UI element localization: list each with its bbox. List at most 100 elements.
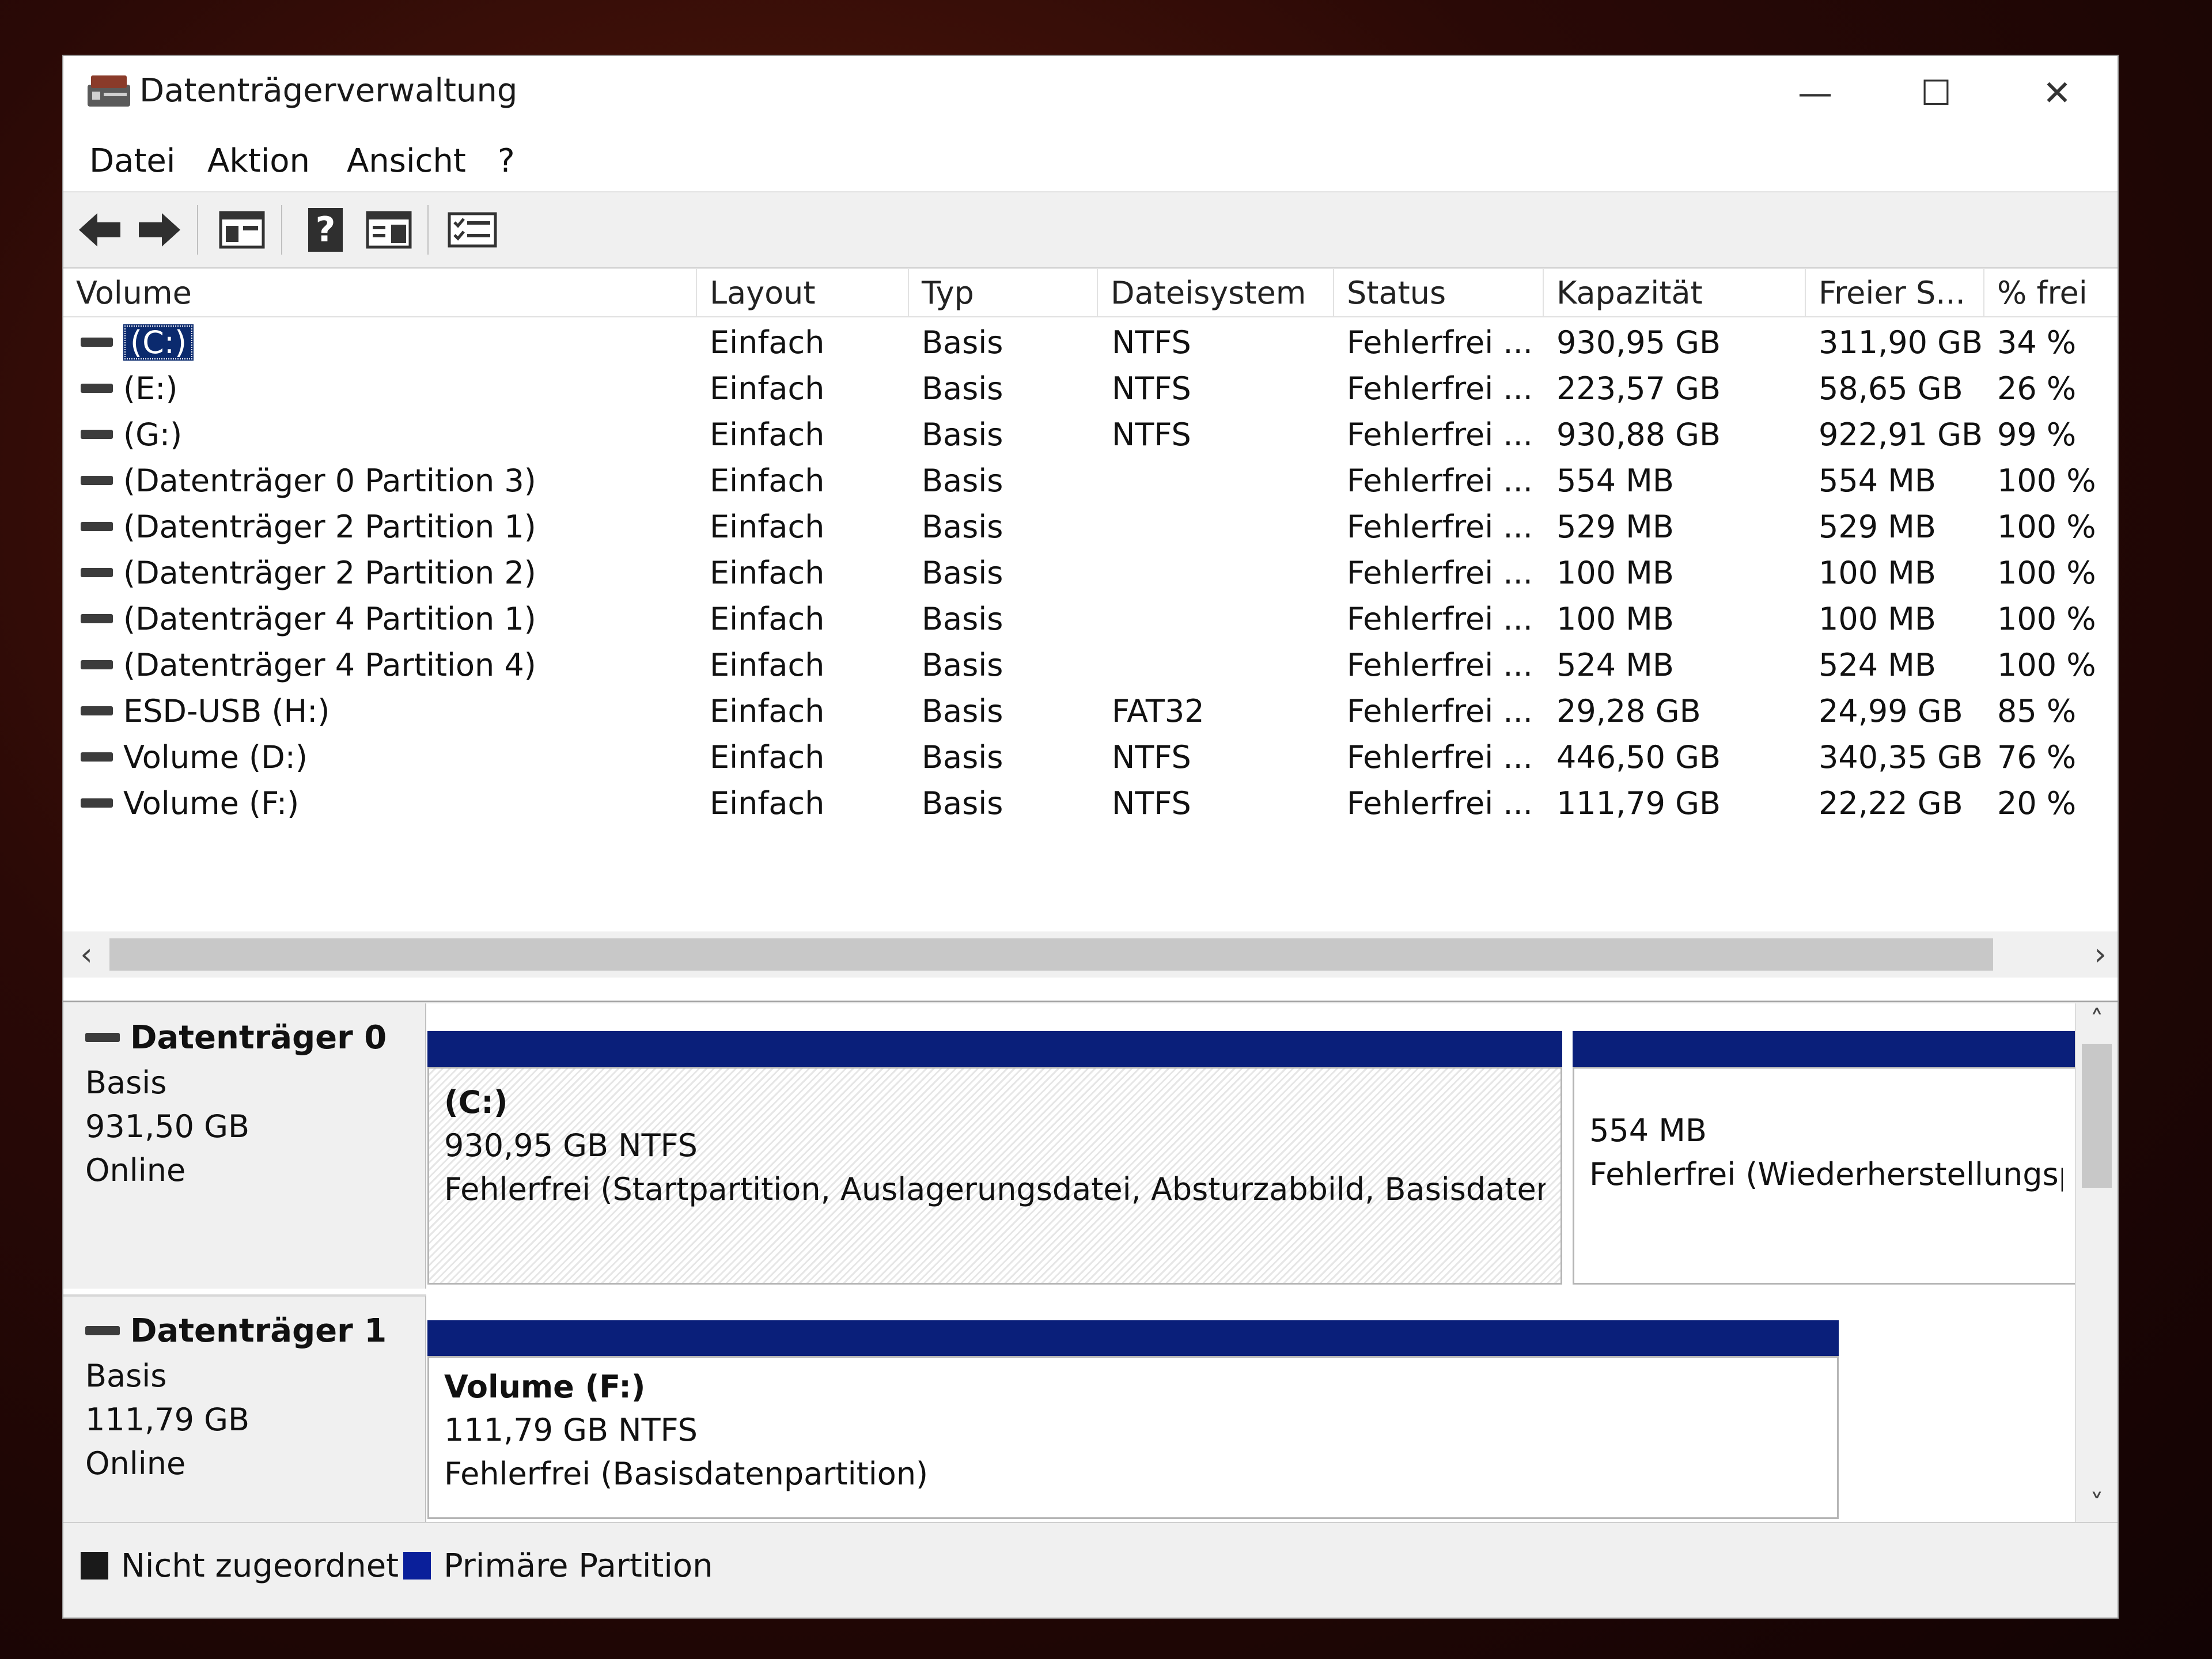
- help-glyph: ?: [315, 210, 336, 250]
- partition-recovery-status: Fehlerfrei (Wiederherstellungspa: [1589, 1156, 2063, 1192]
- partition-recovery-bar: [1573, 1031, 2080, 1067]
- legend-unallocated-swatch: [81, 1551, 108, 1580]
- partition-recovery-size: 554 MB: [1589, 1112, 1707, 1149]
- cell-cap: 446,50 GB: [1556, 739, 1721, 775]
- partition-c[interactable]: (C:) 930,95 GB NTFS Fehlerfrei (Startpar…: [427, 1031, 1562, 1285]
- column-header-status[interactable]: Status: [1334, 269, 1544, 316]
- vertical-scroll-thumb[interactable]: [2082, 1044, 2112, 1188]
- cell-typ: Basis: [922, 601, 1003, 637]
- table-row[interactable]: (Datenträger 2 Partition 2) Einfach Basis F…: [63, 550, 2118, 596]
- cell-fs: FAT32: [1112, 693, 1205, 729]
- scroll-right-button[interactable]: ›: [2083, 931, 2118, 978]
- cell-status: Fehlerfrei ...: [1347, 693, 1533, 729]
- close-button[interactable]: ✕: [1997, 56, 2118, 131]
- legend-primary-label: Primäre Partition: [444, 1547, 713, 1585]
- menu-datei[interactable]: Datei: [89, 141, 175, 181]
- vertical-scrollbar[interactable]: ˄ ˅: [2075, 1003, 2118, 1522]
- volume-name: (Datenträger 0 Partition 3): [123, 463, 536, 499]
- disk-1-state: Online: [85, 1445, 186, 1482]
- cell-cap: 524 MB: [1556, 647, 1674, 683]
- table-row[interactable]: (Datenträger 2 Partition 1) Einfach Basis F…: [63, 504, 2118, 550]
- cell-layout: Einfach: [710, 555, 825, 591]
- cell-fs: NTFS: [1112, 739, 1191, 775]
- column-header-kapazitaet[interactable]: Kapazität: [1544, 269, 1806, 316]
- disk-1-label[interactable]: Datenträger 1 Basis 111,79 GB Online: [63, 1294, 426, 1522]
- partition-volume-f-size: 111,79 GB NTFS: [444, 1412, 698, 1448]
- legend-bar: Nicht zugeordnet Primäre Partition: [63, 1522, 2118, 1618]
- table-row[interactable]: (Datenträger 4 Partition 4) Einfach Basis F…: [63, 642, 2118, 688]
- volume-icon: [81, 522, 113, 532]
- panel-view-button[interactable]: [363, 204, 415, 256]
- maximize-button[interactable]: ☐: [1876, 56, 1997, 131]
- cell-status: Fehlerfrei ...: [1347, 785, 1533, 821]
- column-header-freier-speicher[interactable]: Freier S...: [1806, 269, 1984, 316]
- table-row[interactable]: Volume (D:) Einfach Basis NTFS Fehlerfrei ..…: [63, 734, 2118, 781]
- cell-fs: NTFS: [1112, 416, 1191, 453]
- cell-pct: 85 %: [1997, 693, 2077, 729]
- properties-button[interactable]: [446, 204, 498, 256]
- column-header-prozent-frei[interactable]: % frei: [1984, 269, 2118, 316]
- cell-volume: (Datenträger 2 Partition 2): [81, 550, 536, 596]
- cell-pct: 76 %: [1997, 739, 2077, 775]
- volume-name: Volume (D:): [123, 739, 308, 775]
- scroll-left-button[interactable]: ‹: [69, 931, 104, 978]
- partition-volume-f-body: Volume (F:) 111,79 GB NTFS Fehlerfrei (B…: [427, 1356, 1839, 1519]
- cell-layout: Einfach: [710, 739, 825, 775]
- table-row[interactable]: (G:) Einfach Basis NTFS Fehlerfrei ... 930,88…: [63, 412, 2118, 458]
- title-bar[interactable]: Datenträgerverwaltung — ☐ ✕: [63, 56, 2118, 185]
- table-row[interactable]: Volume (F:) Einfach Basis NTFS Fehlerfrei ..…: [63, 781, 2118, 827]
- disk-0-state: Online: [85, 1152, 186, 1188]
- column-header-layout[interactable]: Layout: [697, 269, 909, 316]
- cell-cap: 554 MB: [1556, 463, 1674, 499]
- volume-list: Volume Layout Typ Dateisystem Status Kap…: [63, 269, 2118, 1002]
- cell-free: 100 MB: [1819, 601, 1936, 637]
- table-row[interactable]: (Datenträger 4 Partition 1) Einfach Basis F…: [63, 596, 2118, 642]
- cell-typ: Basis: [922, 647, 1003, 683]
- cell-status: Fehlerfrei ...: [1347, 416, 1533, 453]
- menu-bar: Datei Aktion Ansicht ?: [63, 131, 2118, 192]
- cell-volume: (Datenträger 0 Partition 3): [81, 458, 536, 504]
- help-icon: ?: [308, 208, 343, 252]
- cell-layout: Einfach: [710, 509, 825, 545]
- cell-pct: 20 %: [1997, 785, 2077, 821]
- volume-name: (Datenträger 2 Partition 2): [123, 555, 536, 591]
- menu-aktion[interactable]: Aktion: [207, 141, 310, 181]
- disk-graphical-view: Datenträger 0 Basis 931,50 GB Online (C:…: [63, 1003, 2118, 1522]
- scroll-down-button[interactable]: ˅: [2076, 1487, 2118, 1522]
- disk-icon: [85, 1032, 120, 1042]
- horizontal-scroll-thumb[interactable]: [109, 938, 1993, 971]
- menu-ansicht[interactable]: Ansicht: [347, 141, 466, 181]
- console-tree-button[interactable]: [216, 204, 268, 256]
- forward-button[interactable]: [134, 204, 185, 256]
- cell-pct: 100 %: [1997, 463, 2096, 499]
- cell-layout: Einfach: [710, 693, 825, 729]
- scroll-up-button[interactable]: ˄: [2076, 1003, 2118, 1038]
- volume-icon: [81, 568, 113, 578]
- column-header-typ[interactable]: Typ: [909, 269, 1098, 316]
- help-button[interactable]: ?: [300, 204, 351, 256]
- volume-name: (Datenträger 4 Partition 1): [123, 601, 536, 637]
- horizontal-scrollbar[interactable]: ‹ ›: [63, 931, 2118, 978]
- partition-recovery[interactable]: 554 MB Fehlerfrei (Wiederherstellungspa: [1573, 1031, 2080, 1285]
- cell-layout: Einfach: [710, 647, 825, 683]
- cell-layout: Einfach: [710, 416, 825, 453]
- disk-0-label[interactable]: Datenträger 0 Basis 931,50 GB Online: [63, 1003, 426, 1289]
- menu-help[interactable]: ?: [498, 141, 515, 181]
- cell-cap: 29,28 GB: [1556, 693, 1701, 729]
- column-header-dateisystem[interactable]: Dateisystem: [1098, 269, 1334, 316]
- cell-cap: 111,79 GB: [1556, 785, 1721, 821]
- partition-volume-f[interactable]: Volume (F:) 111,79 GB NTFS Fehlerfrei (B…: [427, 1320, 1839, 1519]
- cell-volume: Volume (F:): [81, 781, 299, 827]
- cell-volume: (Datenträger 2 Partition 1): [81, 504, 536, 550]
- minimize-button[interactable]: —: [1755, 56, 1876, 131]
- disk-0-size: 931,50 GB: [85, 1108, 250, 1145]
- back-button[interactable]: [74, 204, 126, 256]
- table-row[interactable]: (C:) Einfach Basis NTFS Fehlerfrei ... 930,95…: [63, 320, 2118, 366]
- column-header-volume[interactable]: Volume: [63, 269, 697, 316]
- table-row[interactable]: ESD-USB (H:) Einfach Basis FAT32 Fehlerfrei …: [63, 688, 2118, 734]
- table-row[interactable]: (E:) Einfach Basis NTFS Fehlerfrei ... 223,57…: [63, 366, 2118, 412]
- cell-cap: 223,57 GB: [1556, 370, 1721, 407]
- disk-1-title: Datenträger 1: [85, 1308, 425, 1354]
- cell-pct: 99 %: [1997, 416, 2077, 453]
- table-row[interactable]: (Datenträger 0 Partition 3) Einfach Basis F…: [63, 458, 2118, 504]
